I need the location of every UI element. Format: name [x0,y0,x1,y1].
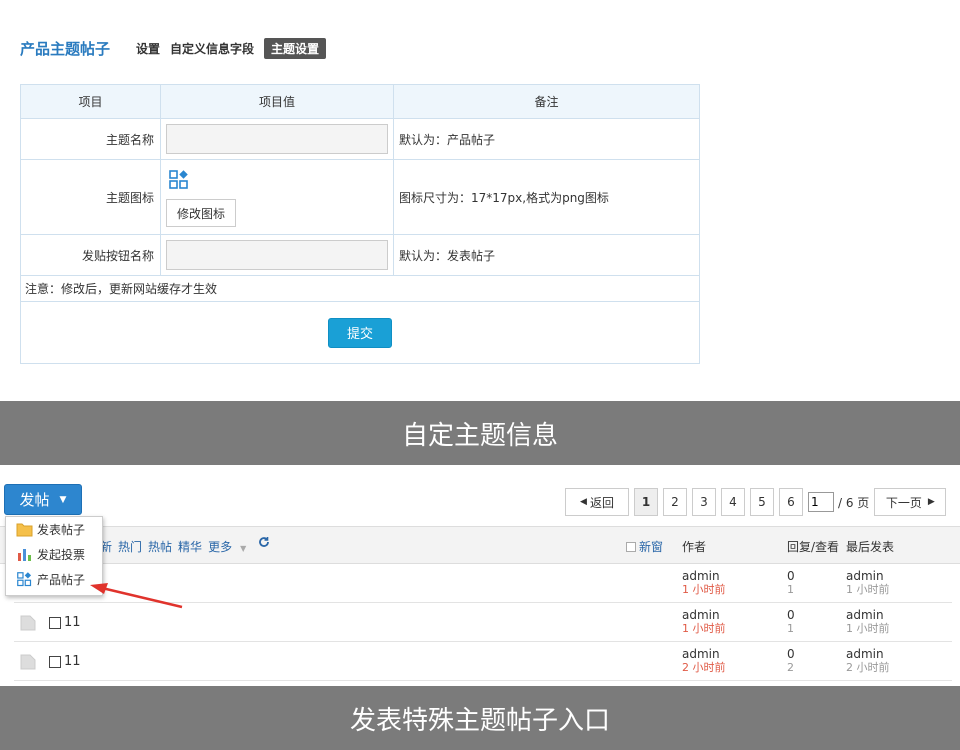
filter-links: 新 热门 热帖 精华 更多 ▼ [100,538,258,555]
triangle-left-icon: ◀ [580,497,587,507]
tab-theme-settings[interactable]: 主题设置 [264,37,327,59]
column-header-item: 项目 [20,84,161,119]
theme-icon-label: 主题图标 [20,159,161,235]
page-number-input[interactable] [808,492,834,512]
theme-name-note: 默认为：产品帖子 [393,118,700,160]
thread-replies: 0 [787,647,795,661]
last-post-user[interactable]: admin [846,648,890,661]
thread-views: 1 [787,583,794,596]
document-icon [20,654,36,670]
thread-author[interactable]: admin [682,609,726,622]
table-row: 主题名称 默认为：产品帖子 [20,118,700,160]
back-button[interactable]: ◀ 返回 [565,488,629,516]
caret-down-icon: ▼ [59,494,67,505]
thread-replies: 0 [787,608,795,622]
page-button-1[interactable]: 1 [634,488,658,516]
dropdown-item-post-thread[interactable]: 发表帖子 [6,517,102,542]
filter-hot-threads[interactable]: 热帖 [148,538,172,555]
filter-hot[interactable]: 热门 [118,538,142,555]
filter-digest[interactable]: 精华 [178,538,202,555]
page-jump: / 6 页 [808,488,869,516]
theme-icon-preview [166,167,192,193]
post-button-name-label: 发贴按钮名称 [20,234,161,276]
thread-post-time: 2 小时前 [682,661,726,674]
column-header-note: 备注 [393,84,700,119]
settings-table: 项目 项目值 备注 主题名称 默认为：产品帖子 主题图标 修改图标 图标尺寸为：… [20,84,700,364]
pagination: ◀ 返回 1 2 3 4 5 6 / 6 页 下一页 ▶ [565,488,947,516]
thread-author[interactable]: admin [682,648,726,661]
post-button-label: 发帖 [19,491,50,509]
theme-settings-panel: 产品主题帖子 设置 自定义信息字段 主题设置 项目 项目值 备注 主题名称 默认… [0,0,960,400]
document-icon [20,615,36,631]
folder-icon [16,523,33,537]
page-button-5[interactable]: 5 [750,488,774,516]
triangle-right-icon: ▶ [927,497,935,507]
new-window-checkbox[interactable] [626,541,636,552]
caret-down-icon: ▼ [240,544,247,553]
page-button-6[interactable]: 6 [779,488,803,516]
thread-title[interactable]: 11 [64,615,81,630]
thread-replies: 0 [787,569,795,583]
filter-more[interactable]: 更多 ▼ [208,538,252,555]
theme-icon-note: 图标尺寸为：17*17px,格式为png图标 [393,159,700,235]
settings-nav: 产品主题帖子 设置 自定义信息字段 主题设置 [20,30,720,66]
thread-views: 1 [787,622,794,635]
grid-diamond-icon [17,572,32,587]
last-post-user[interactable]: admin [846,609,890,622]
table-header-row: 项目 项目值 备注 [20,84,700,119]
last-post-user[interactable]: admin [846,570,890,583]
dropdown-item-start-poll[interactable]: 发起投票 [6,542,102,567]
post-button-name-note: 默认为：发表帖子 [393,234,700,276]
caption-bottom: 发表特殊主题帖子入口 [0,686,960,750]
page-total: / 6 页 [838,495,870,510]
grid-diamond-icon [169,170,188,189]
thread-checkbox[interactable] [49,617,61,629]
caption-top: 自定主题信息 [0,401,960,465]
new-window-toggle[interactable]: 新窗 [626,538,663,555]
last-post-time: 1 小时前 [846,583,890,596]
theme-name-label: 主题名称 [20,118,161,160]
thread-title[interactable]: 11 [64,654,81,669]
column-header-author: 作者 [682,540,707,554]
thread-views: 2 [787,661,794,674]
page-title: 产品主题帖子 [20,39,111,58]
red-arrow-annotation [90,583,183,609]
theme-name-input[interactable] [166,124,388,154]
post-button-name-input[interactable] [166,240,388,270]
thread-list-header: 新 热门 热帖 精华 更多 ▼ 新窗 作者 回复/查看 最后发表 [0,526,960,564]
thread-post-time: 1 小时前 [682,583,726,596]
bar-chart-icon [18,549,31,561]
post-button[interactable]: 发帖 ▼ [4,484,82,515]
tab-custom-fields[interactable]: 自定义信息字段 [170,38,254,59]
change-icon-button[interactable]: 修改图标 [166,199,237,227]
refresh-icon[interactable] [258,536,270,548]
table-row: 11 admin 2 小时前 0 2 admin 2 小时前 [14,642,952,681]
cache-notice: 注意：修改后，更新网站缓存才生效 [20,275,700,302]
next-page-button[interactable]: 下一页 ▶ [874,488,947,516]
thread-checkbox[interactable] [49,656,61,668]
notice-row: 注意：修改后，更新网站缓存才生效 [20,275,700,302]
forum-panel: 发帖 ▼ ◀ 返回 1 2 3 4 5 6 / 6 页 下一页 ▶ 新 热门 热… [0,466,960,686]
submit-button[interactable]: 提交 [328,317,392,348]
column-header-value: 项目值 [160,84,394,119]
page-button-4[interactable]: 4 [721,488,745,516]
table-row: 发贴按钮名称 默认为：发表帖子 [20,234,700,276]
column-header-last-post: 最后发表 [846,540,895,554]
column-header-replies: 回复/查看 [787,540,840,554]
table-row: 主题图标 修改图标 图标尺寸为：17*17px,格式为png图标 [20,159,700,235]
last-post-time: 1 小时前 [846,622,890,635]
page-button-2[interactable]: 2 [663,488,687,516]
last-post-time: 2 小时前 [846,661,890,674]
tab-settings[interactable]: 设置 [136,38,160,59]
thread-author[interactable]: admin [682,570,726,583]
thread-post-time: 1 小时前 [682,622,726,635]
submit-row: 提交 [20,301,700,364]
page-button-3[interactable]: 3 [692,488,716,516]
